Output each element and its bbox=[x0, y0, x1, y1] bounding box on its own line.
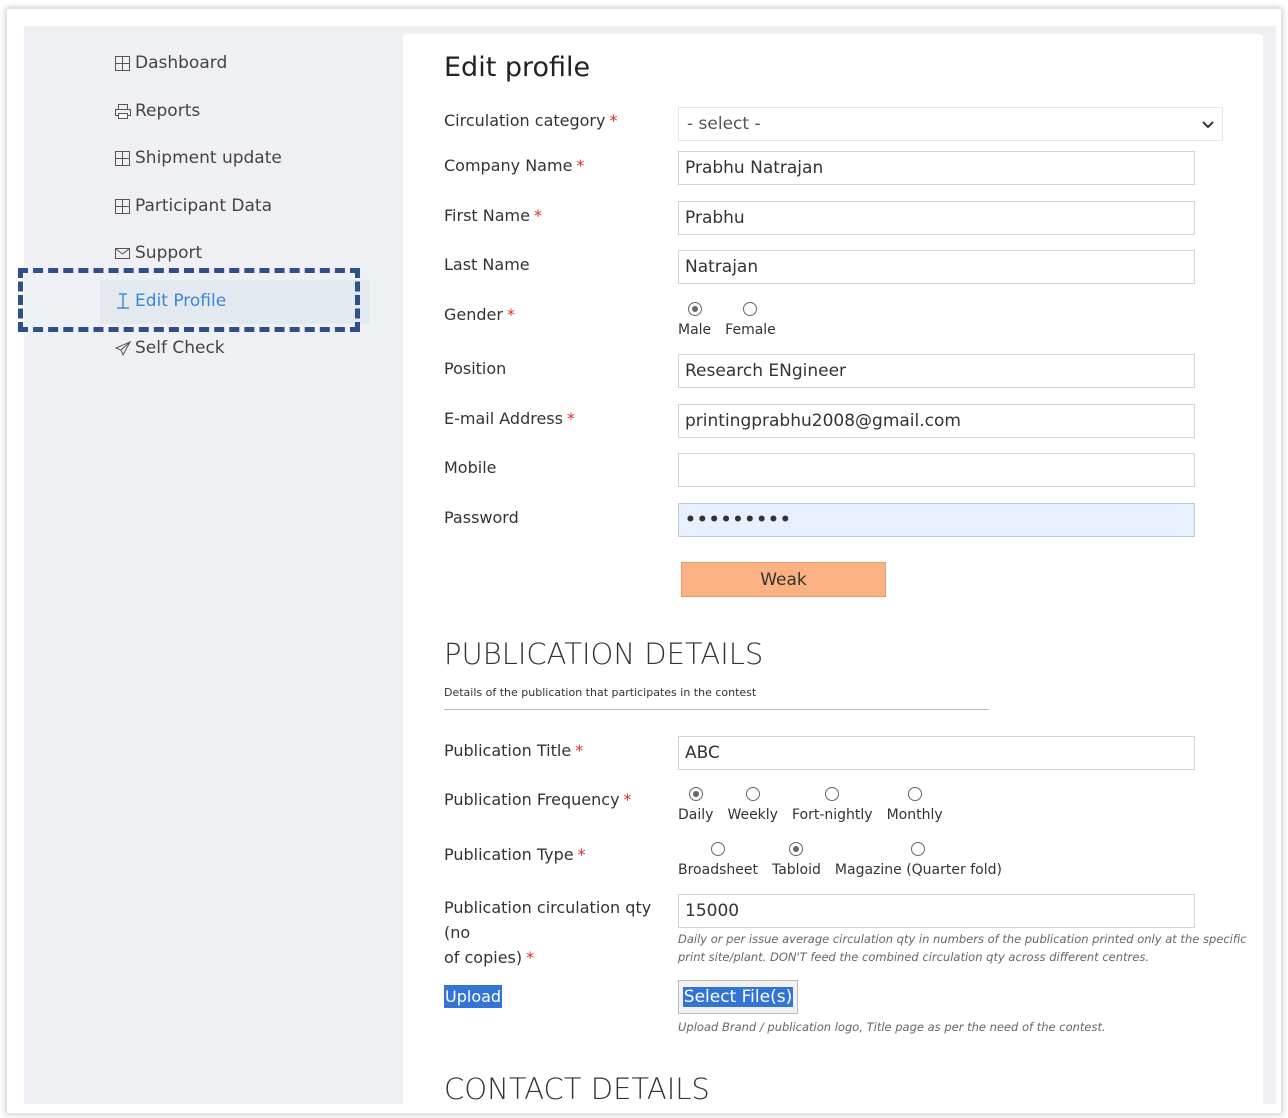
email-label: E-mail Address * bbox=[444, 409, 575, 428]
sidebar-item-label: Support bbox=[135, 243, 203, 263]
circulation-qty-field[interactable]: 15000 bbox=[678, 894, 1195, 928]
company-name-field[interactable]: Prabhu Natrajan bbox=[678, 151, 1195, 185]
frequency-weekly-radio[interactable]: Weekly bbox=[727, 787, 778, 823]
sidebar-item-participant-data[interactable]: Participant Data bbox=[114, 192, 272, 220]
printer-icon bbox=[114, 103, 131, 120]
company-name-label: Company Name * bbox=[444, 156, 585, 175]
first-name-field[interactable]: Prabhu bbox=[678, 201, 1195, 235]
radio-unchecked-icon[interactable] bbox=[825, 787, 840, 801]
sidebar-item-dashboard[interactable]: Dashboard bbox=[114, 49, 227, 77]
password-field[interactable]: ••••••••• bbox=[678, 503, 1195, 537]
mobile-field[interactable] bbox=[678, 453, 1195, 487]
email-field[interactable]: printingprabhu2008@gmail.com bbox=[678, 404, 1195, 438]
publication-frequency-radio-group: Daily Weekly Fort-nightly Monthly bbox=[678, 787, 943, 823]
highlight-box bbox=[18, 268, 360, 332]
select-files-button[interactable]: Select File(s) bbox=[678, 980, 798, 1014]
first-name-label: First Name * bbox=[444, 206, 542, 225]
publication-details-subheading: Details of the publication that particip… bbox=[444, 686, 757, 699]
publication-title-label: Publication Title * bbox=[444, 741, 584, 760]
gender-male-radio[interactable]: Male bbox=[678, 302, 711, 338]
publication-details-heading: PUBLICATION DETAILS bbox=[444, 637, 764, 671]
contact-details-heading: CONTACT DETAILS bbox=[444, 1072, 710, 1106]
sidebar-item-label: Reports bbox=[135, 101, 201, 121]
mobile-label: Mobile bbox=[444, 458, 497, 477]
page-title: Edit profile bbox=[444, 52, 591, 83]
sidebar-item-label: Self Check bbox=[135, 338, 225, 358]
upload-label: Upload bbox=[444, 985, 503, 1008]
circulation-qty-label: Publication circulation qty (no of copie… bbox=[444, 898, 652, 967]
paper-plane-icon bbox=[114, 340, 131, 357]
gender-label: Gender * bbox=[444, 305, 515, 324]
sidebar-item-support[interactable]: Support bbox=[114, 239, 202, 267]
password-strength-indicator: Weak bbox=[681, 562, 886, 597]
type-magazine-radio[interactable]: Magazine (Quarter fold) bbox=[835, 842, 1002, 878]
publication-title-field[interactable]: ABC bbox=[678, 736, 1195, 770]
radio-unchecked-icon[interactable] bbox=[907, 787, 922, 801]
sidebar-item-label: Participant Data bbox=[135, 196, 272, 216]
gender-radio-group: Male Female bbox=[678, 302, 776, 338]
upload-help: Upload Brand / publication logo, Title p… bbox=[678, 1020, 1106, 1034]
publication-frequency-label: Publication Frequency * bbox=[444, 790, 632, 809]
circulation-category-select[interactable]: - select - bbox=[678, 107, 1223, 141]
radio-checked-icon[interactable] bbox=[688, 787, 703, 801]
radio-checked-icon[interactable] bbox=[687, 302, 702, 316]
radio-checked-icon[interactable] bbox=[789, 842, 804, 856]
last-name-field[interactable]: Natrajan bbox=[678, 250, 1195, 284]
radio-unchecked-icon[interactable] bbox=[743, 302, 758, 316]
publication-type-radio-group: Broadsheet Tabloid Magazine (Quarter fol… bbox=[678, 842, 1002, 878]
sidebar-item-self-check[interactable]: Self Check bbox=[114, 334, 225, 362]
type-tabloid-radio[interactable]: Tabloid bbox=[772, 842, 821, 878]
circulation-category-label: Circulation category * bbox=[444, 111, 618, 130]
section-divider bbox=[444, 709, 989, 710]
grid-icon bbox=[114, 150, 131, 167]
sidebar-item-label: Shipment update bbox=[135, 148, 282, 168]
frequency-monthly-radio[interactable]: Monthly bbox=[887, 787, 943, 823]
envelope-icon bbox=[114, 245, 131, 262]
frequency-fortnightly-radio[interactable]: Fort-nightly bbox=[792, 787, 873, 823]
sidebar-item-shipment-update[interactable]: Shipment update bbox=[114, 144, 282, 172]
radio-unchecked-icon[interactable] bbox=[911, 842, 926, 856]
last-name-label: Last Name bbox=[444, 255, 530, 274]
position-field[interactable]: Research ENgineer bbox=[678, 354, 1195, 388]
chevron-down-icon bbox=[1202, 114, 1214, 134]
position-label: Position bbox=[444, 359, 507, 378]
circulation-qty-help: Daily or per issue average circulation q… bbox=[678, 932, 1247, 964]
radio-unchecked-icon[interactable] bbox=[745, 787, 760, 801]
type-broadsheet-radio[interactable]: Broadsheet bbox=[678, 842, 758, 878]
sidebar-item-label: Dashboard bbox=[135, 53, 228, 73]
sidebar-item-reports[interactable]: Reports bbox=[114, 97, 200, 125]
gender-female-radio[interactable]: Female bbox=[725, 302, 776, 338]
grid-icon bbox=[114, 55, 131, 72]
radio-unchecked-icon[interactable] bbox=[710, 842, 725, 856]
grid-icon bbox=[114, 198, 131, 215]
publication-type-label: Publication Type * bbox=[444, 845, 586, 864]
frequency-daily-radio[interactable]: Daily bbox=[678, 787, 713, 823]
password-label: Password bbox=[444, 508, 519, 527]
